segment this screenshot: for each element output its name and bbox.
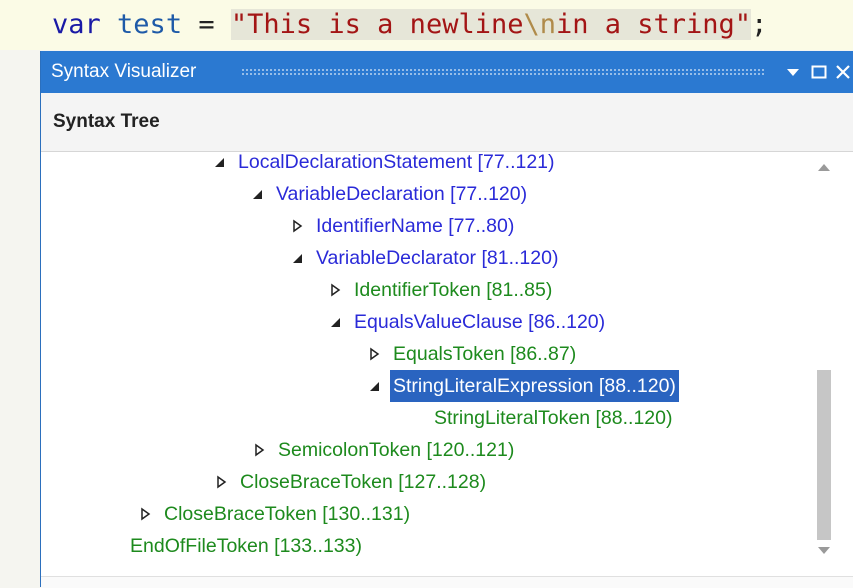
tree-node-label: EqualsToken [86..87) xyxy=(393,343,577,365)
tree-node[interactable]: LocalDeclarationStatement [77..121) xyxy=(213,152,558,178)
titlebar-grip[interactable] xyxy=(241,68,764,76)
tree-node[interactable]: EqualsToken [86..87) xyxy=(368,338,579,370)
scroll-down-button[interactable] xyxy=(816,544,832,562)
code-text[interactable]: var test = "This is a newline\nin a stri… xyxy=(52,0,767,50)
tree-node-label: StringLiteralExpression [88..120) xyxy=(390,370,679,402)
scroll-up-button[interactable] xyxy=(816,160,832,178)
tree-node-label: IdentifierToken [81..85) xyxy=(354,279,553,301)
tree-node-label: EndOfFileToken [133..133) xyxy=(130,535,362,557)
tree-node[interactable]: CloseBraceToken [127..128) xyxy=(215,466,489,498)
tree-node[interactable]: VariableDeclaration [77..120) xyxy=(251,178,530,210)
expanded-arrow-icon[interactable] xyxy=(251,178,273,210)
tree-node-label: IdentifierName [77..80) xyxy=(316,215,515,237)
tree-node-selected[interactable]: StringLiteralExpression [88..120) xyxy=(368,370,679,402)
code-identifier: test xyxy=(117,9,183,40)
syntax-tree-title: Syntax Tree xyxy=(53,111,160,132)
tree-node-label: EqualsValueClause [86..120) xyxy=(354,311,606,333)
collapsed-arrow-icon[interactable] xyxy=(215,466,237,498)
scroll-up-icon xyxy=(818,164,830,171)
tree-node[interactable]: StringLiteralToken [88..120) xyxy=(431,402,675,434)
code-operator: = xyxy=(198,9,215,40)
tree-node-label: CloseBraceToken [127..128) xyxy=(240,471,487,493)
syntax-tree[interactable]: LocalDeclarationStatement [77..121) Vari… xyxy=(41,152,814,572)
tree-node[interactable]: EndOfFileToken [133..133) xyxy=(127,530,365,562)
close-icon xyxy=(836,65,850,79)
tree-node[interactable]: VariableDeclarator [81..120) xyxy=(291,242,561,274)
scroll-thumb[interactable] xyxy=(817,370,831,540)
code-keyword: var xyxy=(52,9,101,40)
window-titlebar[interactable]: Syntax Visualizer xyxy=(41,51,853,93)
maximize-icon xyxy=(811,65,827,79)
tree-node[interactable]: SemicolonToken [120..121) xyxy=(253,434,517,466)
tree-node-label: LocalDeclarationStatement [77..121) xyxy=(238,152,555,173)
tree-node-label: VariableDeclarator [81..120) xyxy=(316,247,559,269)
syntax-tree-header: Syntax Tree xyxy=(41,93,853,152)
window-dropdown-button[interactable] xyxy=(779,51,807,93)
close-button[interactable] xyxy=(829,51,853,93)
scroll-down-icon xyxy=(818,547,830,554)
expanded-arrow-icon[interactable] xyxy=(213,152,235,178)
expanded-arrow-icon[interactable] xyxy=(329,306,351,338)
dropdown-icon xyxy=(787,69,799,76)
code-semicolon: ; xyxy=(751,9,768,40)
expanded-arrow-icon[interactable] xyxy=(368,370,390,402)
syntax-visualizer-window: Syntax Visualizer Syntax Tree LocalDecla… xyxy=(40,51,853,588)
tree-node[interactable]: CloseBraceToken [130..131) xyxy=(139,498,413,530)
tree-node[interactable]: IdentifierName [77..80) xyxy=(291,210,517,242)
tree-node[interactable]: IdentifierToken [81..85) xyxy=(329,274,555,306)
tree-node-label: StringLiteralToken [88..120) xyxy=(434,407,673,429)
escape-sequence: \n xyxy=(523,9,556,40)
collapsed-arrow-icon[interactable] xyxy=(139,498,161,530)
expanded-arrow-icon[interactable] xyxy=(291,242,313,274)
code-string-literal: "This is a newline\nin a string" xyxy=(230,9,752,40)
window-bottom-edge xyxy=(41,576,853,588)
collapsed-arrow-icon[interactable] xyxy=(329,274,351,306)
string-start: "This is a newline xyxy=(230,9,524,40)
tree-node-label: CloseBraceToken [130..131) xyxy=(164,503,411,525)
collapsed-arrow-icon[interactable] xyxy=(291,210,313,242)
collapsed-arrow-icon[interactable] xyxy=(253,434,275,466)
vertical-scrollbar[interactable] xyxy=(814,152,834,582)
window-title: Syntax Visualizer xyxy=(51,61,197,82)
code-line: var test = "This is a newline\nin a stri… xyxy=(0,0,853,50)
tree-node-label: VariableDeclaration [77..120) xyxy=(276,183,528,205)
tree-node[interactable]: EqualsValueClause [86..120) xyxy=(329,306,608,338)
tree-node-label: SemicolonToken [120..121) xyxy=(278,439,515,461)
collapsed-arrow-icon[interactable] xyxy=(368,338,390,370)
string-end: in a string" xyxy=(556,9,752,40)
